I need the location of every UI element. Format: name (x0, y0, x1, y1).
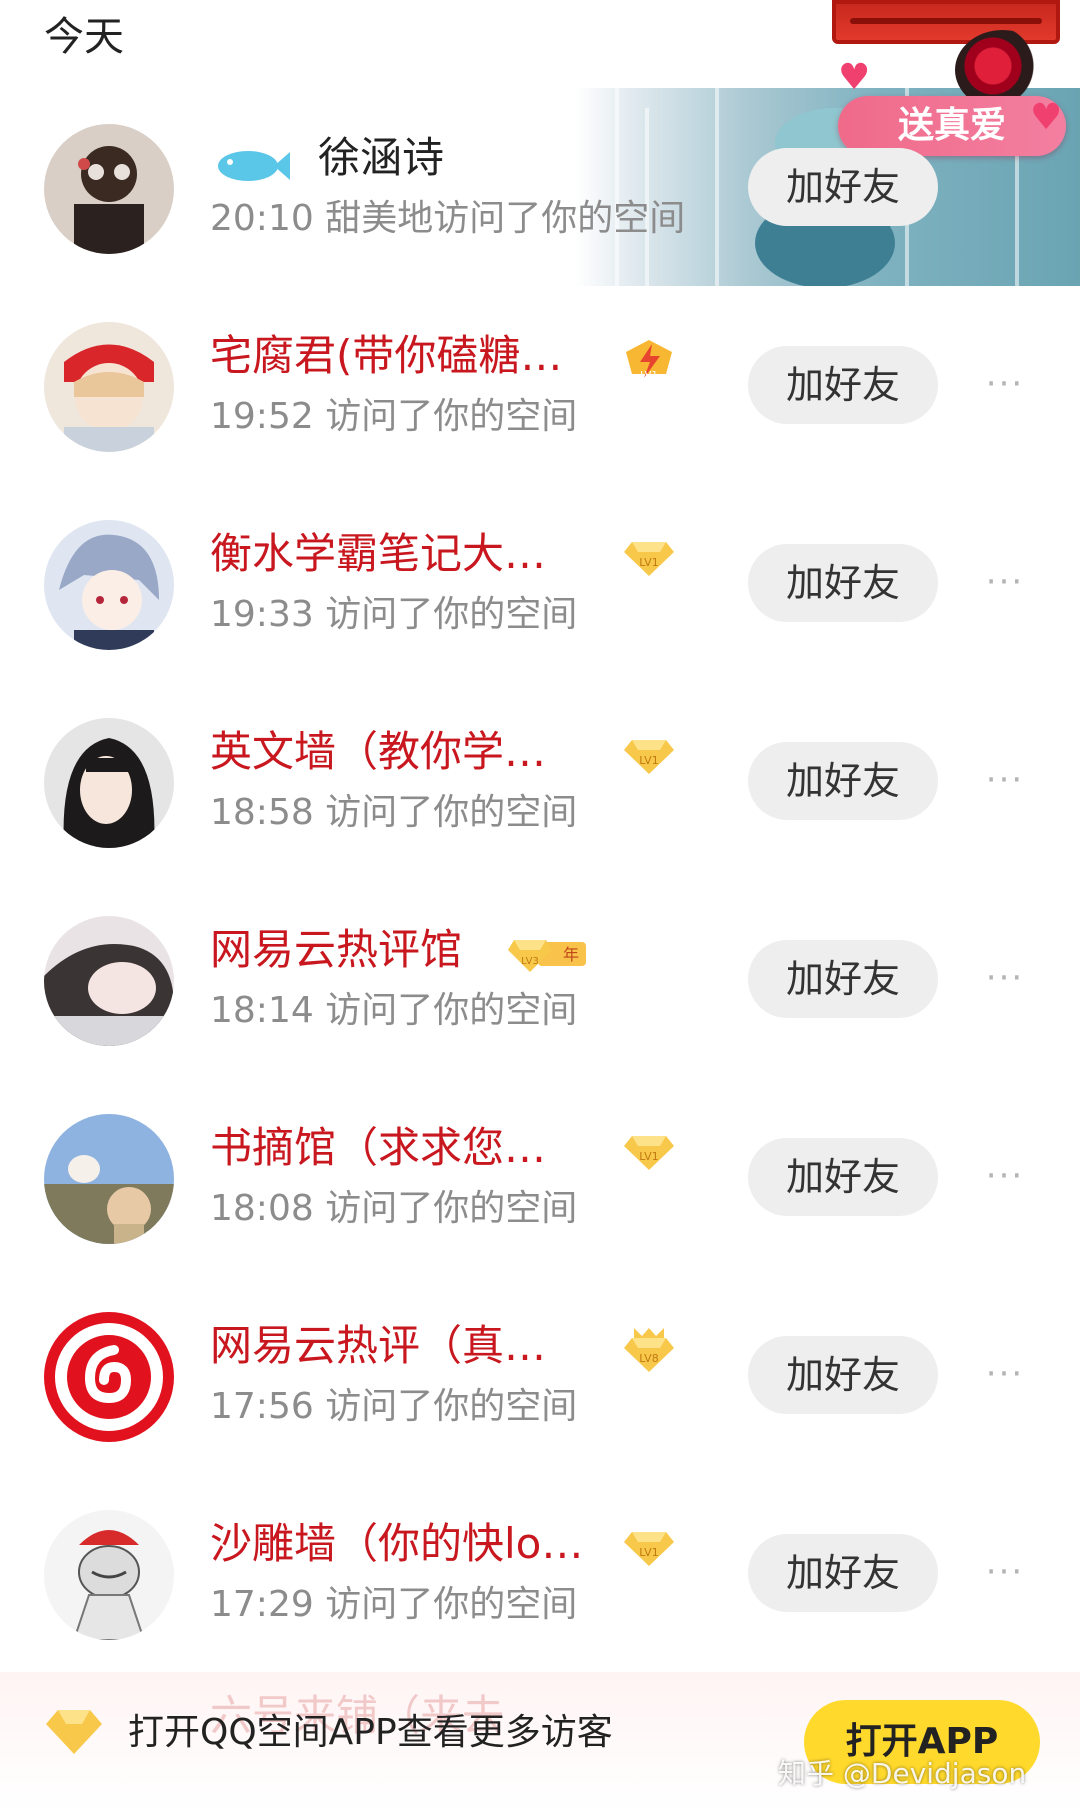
visit-time: 18:58 访问了你的空间 (210, 792, 578, 833)
svg-text:LV8: LV8 (639, 1352, 658, 1365)
visitor-name[interactable]: 书摘馆（求求您… (210, 1120, 546, 1176)
more-options-icon[interactable]: ··· (975, 564, 1035, 600)
svg-text:LV1: LV1 (639, 556, 658, 569)
visit-time: 19:33 访问了你的空间 (210, 594, 578, 635)
add-friend-button[interactable]: 加好友 (748, 346, 938, 424)
more-options-icon[interactable]: ··· (975, 1554, 1035, 1590)
svg-text:LV1: LV1 (639, 1150, 658, 1163)
visitor-name[interactable]: 网易云热评馆 (210, 922, 462, 978)
visitor-row[interactable]: 英文墙（教你学… LV1 18:58 访问了你的空间 加好友 ··· (0, 682, 1080, 880)
add-friend-button[interactable]: 加好友 (748, 1138, 938, 1216)
avatar[interactable] (44, 916, 174, 1046)
lightning-vip-badge-icon: LV1 (626, 340, 672, 381)
visitor-name[interactable]: 宅腐君(带你磕糖… (210, 328, 562, 384)
more-options-icon[interactable]: ··· (975, 762, 1035, 798)
visit-time: 19:52 访问了你的空间 (210, 396, 578, 437)
visitor-row[interactable]: 徐涵诗 20:10 甜美地访问了你的空间 加好友 (0, 88, 1080, 286)
more-options-icon[interactable]: ··· (975, 1356, 1035, 1392)
avatar[interactable] (44, 124, 174, 254)
add-friend-button[interactable]: 加好友 (748, 544, 938, 622)
visitor-row[interactable]: 网易云热评馆 年 LV3 18:14 访问了你的空间 加好友 ··· (0, 880, 1080, 1078)
avatar[interactable] (44, 1312, 174, 1442)
visitor-name[interactable]: 沙雕墙（你的快lo… (210, 1516, 583, 1572)
add-friend-button[interactable]: 加好友 (748, 742, 938, 820)
visit-time: 20:10 甜美地访问了你的空间 (210, 198, 686, 239)
svg-text:LV1: LV1 (639, 1546, 658, 1559)
svg-text:LV3: LV3 (521, 956, 539, 967)
avatar[interactable] (44, 1510, 174, 1640)
svg-text:年: 年 (563, 945, 579, 964)
avatar[interactable] (44, 520, 174, 650)
more-options-icon[interactable]: ··· (975, 960, 1035, 996)
visitor-row[interactable]: 网易云热评（真… LV8 17:56 访问了你的空间 加好友 ··· (0, 1276, 1080, 1474)
visitor-name[interactable]: 网易云热评（真… (210, 1318, 546, 1374)
diamond-vip-badge-icon: LV1 (624, 740, 674, 774)
diamond-vip-badge-icon: LV1 (624, 542, 674, 576)
visitor-name[interactable]: 徐涵诗 (318, 130, 444, 186)
visitor-row[interactable]: 书摘馆（求求您… LV1 18:08 访问了你的空间 加好友 ··· (0, 1078, 1080, 1276)
diamond-vip-badge-icon: LV1 (624, 1532, 674, 1566)
more-options-icon[interactable]: ··· (975, 366, 1035, 402)
diamond-icon (46, 1710, 102, 1754)
visitor-name[interactable]: 英文墙（教你学… (210, 724, 546, 780)
watermark: 知乎 @Devidjason (778, 1757, 1027, 1790)
visitor-name[interactable]: 衡水学霸笔记大… (210, 526, 546, 582)
add-friend-button[interactable]: 加好友 (748, 1336, 938, 1414)
avatar[interactable] (44, 1114, 174, 1244)
visit-time: 18:14 访问了你的空间 (210, 990, 578, 1031)
add-friend-button[interactable]: 加好友 (748, 148, 938, 226)
visitor-row[interactable]: 衡水学霸笔记大… LV1 19:33 访问了你的空间 加好友 ··· (0, 484, 1080, 682)
visit-time: 17:29 访问了你的空间 (210, 1584, 578, 1625)
avatar[interactable] (44, 718, 174, 848)
diamond-vip-badge-icon: LV1 (624, 1136, 674, 1170)
section-title: 今天 (44, 14, 124, 60)
visit-time: 18:08 访问了你的空间 (210, 1188, 578, 1229)
avatar[interactable] (44, 322, 174, 452)
visitor-row[interactable]: 宅腐君(带你磕糖… LV1 19:52 访问了你的空间 加好友 ··· (0, 286, 1080, 484)
add-friend-button[interactable]: 加好友 (748, 1534, 938, 1612)
open-app-prompt: 打开QQ空间APP查看更多访客 (128, 1712, 613, 1753)
visitor-row[interactable]: 沙雕墙（你的快lo… LV1 17:29 访问了你的空间 加好友 ··· (0, 1474, 1080, 1672)
svg-text:LV1: LV1 (639, 754, 658, 767)
visit-time: 17:56 访问了你的空间 (210, 1386, 578, 1427)
fish-icon (218, 151, 290, 181)
crown-vip-badge-icon: LV8 (624, 1328, 674, 1372)
diamond-vip-year-badge-icon: 年 LV3 (508, 940, 586, 972)
svg-text:LV1: LV1 (640, 370, 658, 381)
more-options-icon[interactable]: ··· (975, 1158, 1035, 1194)
add-friend-button[interactable]: 加好友 (748, 940, 938, 1018)
